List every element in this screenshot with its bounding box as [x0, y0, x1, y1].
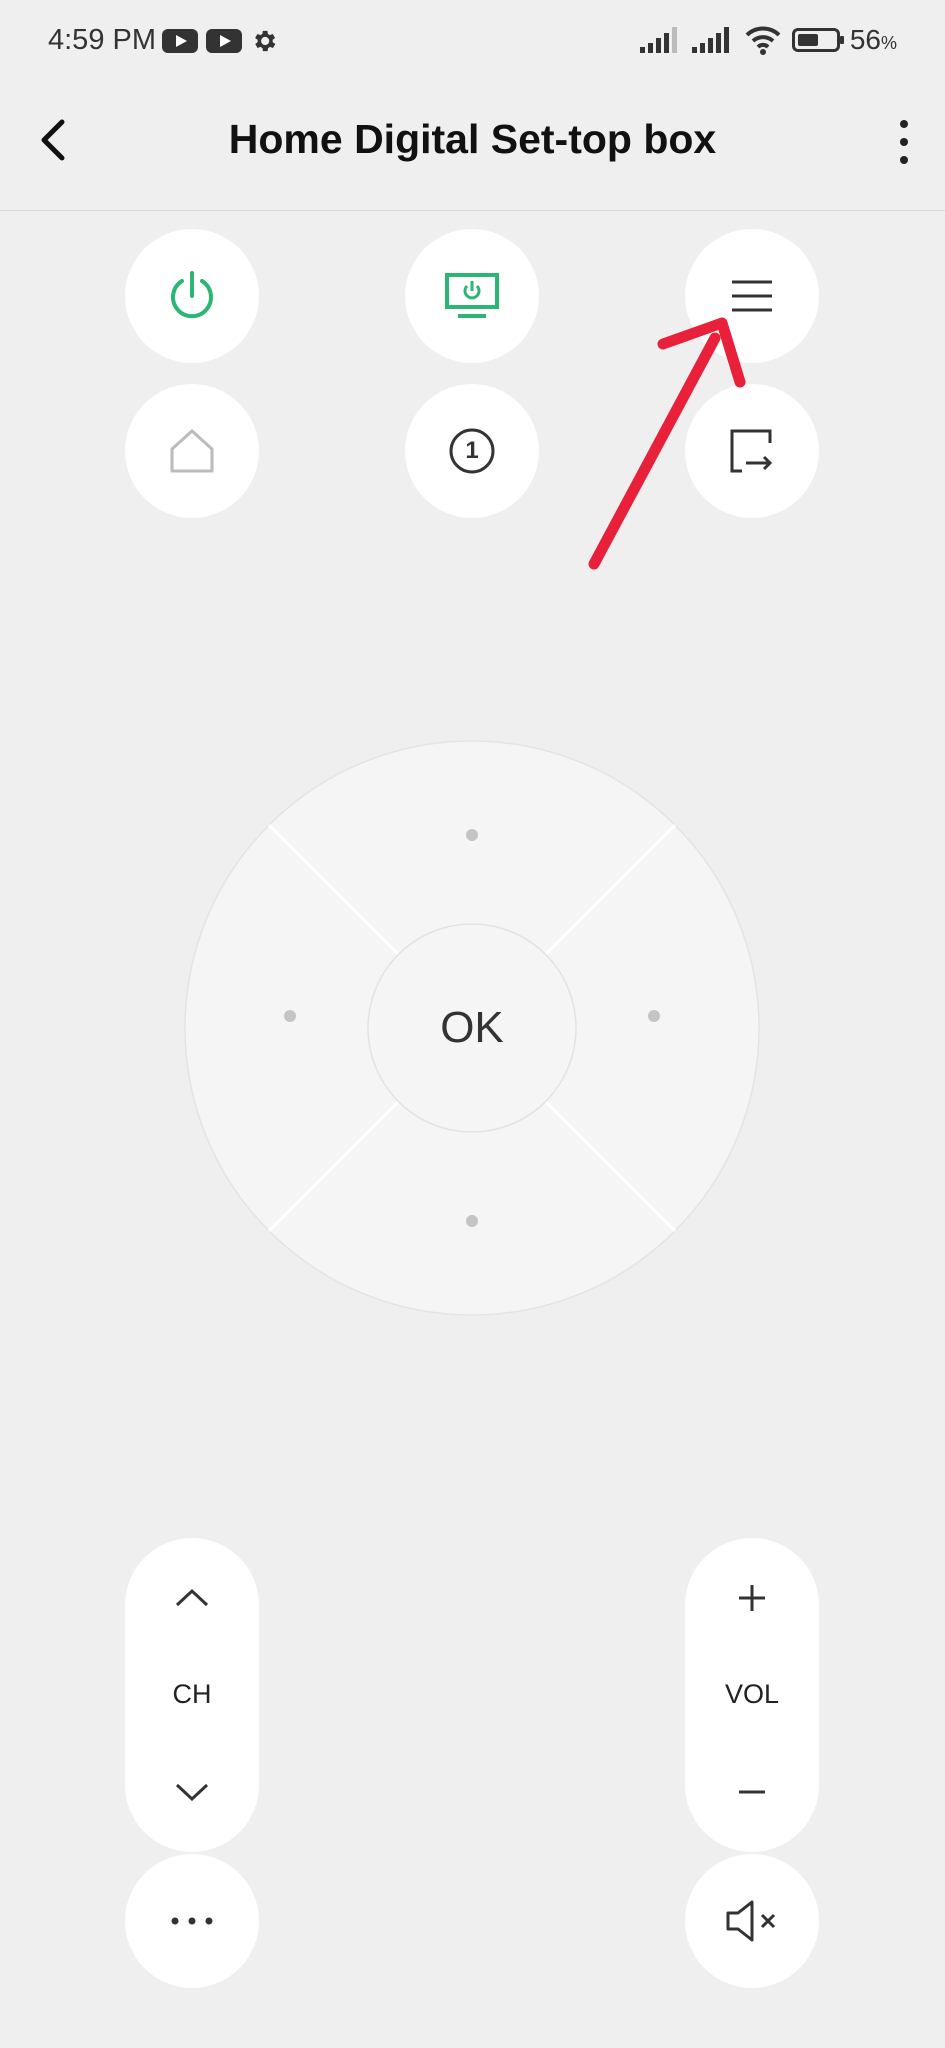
menu-button[interactable] — [685, 229, 819, 363]
channel-down-button[interactable] — [152, 1752, 232, 1832]
battery-icon — [791, 28, 844, 52]
signal-icon — [639, 27, 677, 53]
status-system-icons: 56% — [639, 24, 897, 56]
youtube-icon — [162, 29, 198, 53]
power-button[interactable] — [125, 229, 259, 363]
youtube-icon — [206, 29, 242, 53]
battery-percent: 56% — [849, 24, 897, 55]
volume-down-button[interactable] — [712, 1752, 792, 1832]
settings-gear-icon — [255, 30, 276, 52]
direction-pad: OK — [184, 740, 760, 1316]
input-source-icon — [730, 429, 773, 473]
channel-rocker: CH — [125, 1538, 259, 1852]
wifi-icon — [745, 26, 781, 55]
mute-button[interactable] — [685, 1854, 819, 1988]
mute-icon — [726, 1900, 776, 1942]
number-button[interactable]: 1 — [405, 384, 539, 518]
menu-icon — [732, 280, 772, 312]
home-button[interactable] — [125, 384, 259, 518]
more-keys-button[interactable] — [125, 1854, 259, 1988]
status-bar: 4:59 PM 56% — [0, 0, 945, 84]
status-notification-icons — [162, 27, 278, 55]
home-icon — [170, 429, 214, 473]
tv-power-icon — [445, 273, 499, 318]
volume-label: VOL — [724, 1679, 780, 1709]
power-icon — [171, 271, 213, 319]
more-vert-icon — [900, 120, 908, 164]
chevron-up-icon — [175, 1588, 209, 1607]
battery-level-fill — [797, 34, 818, 46]
volume-up-button[interactable] — [712, 1558, 792, 1638]
more-horiz-icon — [171, 1917, 213, 1925]
tv-power-button[interactable] — [405, 229, 539, 363]
dpad-left-button[interactable] — [204, 928, 354, 1128]
app-bar: Home Digital Set-top box — [0, 84, 945, 211]
status-time: 4:59 PM — [48, 24, 156, 56]
more-options-button[interactable] — [889, 114, 919, 170]
ok-label: OK — [440, 1003, 504, 1052]
plus-icon — [739, 1585, 765, 1611]
ok-button[interactable]: OK — [368, 924, 576, 1132]
volume-rocker: VOL — [685, 1538, 819, 1852]
dpad-right-button[interactable] — [590, 928, 740, 1128]
minus-icon — [739, 1790, 765, 1794]
page-title: Home Digital Set-top box — [228, 116, 717, 162]
dpad-down-button[interactable] — [372, 1146, 572, 1296]
dpad-up-button[interactable] — [372, 760, 572, 910]
input-source-button[interactable] — [685, 384, 819, 518]
channel-up-button[interactable] — [152, 1558, 232, 1638]
chevron-down-icon — [175, 1783, 209, 1802]
signal-icon — [691, 27, 729, 53]
number-button-label: 1 — [465, 437, 479, 464]
channel-label: CH — [172, 1679, 212, 1709]
